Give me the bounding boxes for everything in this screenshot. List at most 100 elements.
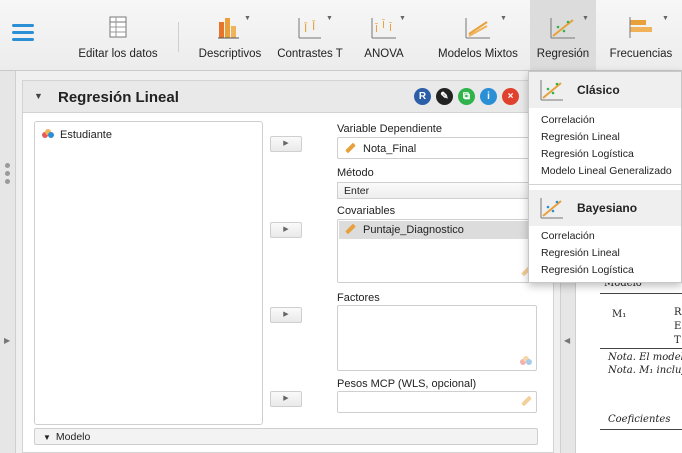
toolbar-ttests-button[interactable]: ĪĪ ▼ Contrastes T: [270, 0, 350, 70]
ribbon-toolbar: Editar los datos ▼ Descriptivos ĪĪ ▼ Con…: [0, 0, 682, 71]
list-item[interactable]: Estudiante: [42, 129, 112, 141]
menu-section-classic: Clásico: [529, 72, 681, 108]
edit-title-icon[interactable]: ✎: [436, 88, 453, 105]
method-label: Método: [337, 167, 374, 179]
toolbar-label: Descriptivos: [198, 48, 262, 60]
menu-item-bayes-linear-regression[interactable]: Regresión Lineal: [541, 247, 620, 259]
svg-text:Ī: Ī: [389, 21, 392, 34]
hamburger-menu-icon[interactable]: [12, 24, 34, 42]
chevron-down-icon: ▼: [244, 15, 251, 22]
table-cell: E: [674, 321, 682, 332]
table-rule: [600, 348, 682, 349]
menu-item-correlation[interactable]: Correlación: [541, 114, 595, 126]
table-icon: [109, 16, 127, 38]
toolbar-anova-button[interactable]: ĪĪĪ ▼ ANOVA: [352, 0, 416, 70]
model-section-header[interactable]: ▼ Modelo: [34, 428, 538, 445]
info-icon[interactable]: i: [480, 88, 497, 105]
toolbar-label: Regresión: [536, 48, 590, 60]
collapse-triangle-icon[interactable]: ▼: [34, 91, 43, 101]
move-weights-button[interactable]: ▶: [270, 391, 302, 407]
chevron-down-icon: ▼: [399, 15, 406, 22]
svg-text:Ī: Ī: [312, 20, 316, 33]
table-cell: T: [674, 335, 681, 346]
duplicate-icon[interactable]: ⧉: [458, 88, 475, 105]
frequencies-icon: [629, 17, 652, 38]
dependent-variable-field[interactable]: Nota_Final: [337, 137, 537, 159]
chevron-down-icon: ▼: [662, 15, 669, 22]
table-cell: R: [674, 307, 682, 318]
r-syntax-icon[interactable]: R: [414, 88, 431, 105]
analysis-header[interactable]: ▼ Regresión Lineal R ✎ ⧉ i ×: [23, 81, 553, 113]
covariates-field[interactable]: Puntaje_Diagnostico: [337, 219, 537, 283]
expand-right-icon[interactable]: ▶: [4, 336, 10, 345]
regression-dropdown-menu: Clásico Correlación Regresión Lineal Reg…: [528, 71, 682, 283]
table-note: Nota. M₁ incluye: [608, 365, 682, 376]
method-select[interactable]: Enter: [337, 182, 537, 199]
anova-icon: ĪĪĪ: [371, 18, 396, 39]
chevron-down-icon: ▼: [500, 15, 507, 22]
bar-chart-icon: [218, 18, 239, 39]
toolbar-label: Modelos Mixtos: [438, 48, 518, 60]
section-title: Modelo: [55, 431, 91, 443]
covariates-label: Covariables: [337, 205, 396, 217]
left-splitter[interactable]: ▶: [0, 71, 16, 453]
factors-field[interactable]: [337, 305, 537, 371]
menu-item-bayes-logistic-regression[interactable]: Regresión Logística: [541, 264, 634, 276]
collapse-triangle-icon: ▼: [43, 433, 51, 442]
toolbar-regression-button[interactable]: ▼ Regresión: [530, 0, 596, 70]
chevron-down-icon: ▼: [326, 15, 333, 22]
table-rule: [600, 293, 682, 294]
toolbar-frequencies-button[interactable]: ▼ Frecuencias: [600, 0, 682, 70]
svg-text:Ī: Ī: [382, 18, 385, 31]
menu-section-title: Clásico: [577, 83, 620, 97]
scale-variable-icon: [345, 223, 356, 235]
menu-item-generalized-linear-model[interactable]: Modelo Lineal Generalizado: [541, 165, 672, 177]
list-item[interactable]: Nota_Final: [345, 142, 417, 155]
analysis-options-panel: ▼ Regresión Lineal R ✎ ⧉ i × Estudiante …: [22, 80, 554, 453]
scale-variable-icon: [345, 142, 356, 154]
move-covariates-button[interactable]: ▶: [270, 222, 302, 238]
svg-text:Ī: Ī: [375, 22, 378, 35]
toolbar-label: ANOVA: [364, 48, 404, 60]
menu-section-title: Bayesiano: [577, 201, 638, 215]
toolbar-separator: [178, 22, 179, 52]
close-analysis-icon[interactable]: ×: [502, 88, 519, 105]
mixed-models-icon: [465, 18, 490, 39]
factors-label: Factores: [337, 292, 380, 304]
chevron-down-icon: ▼: [582, 15, 589, 22]
toolbar-label: Editar los datos: [78, 48, 158, 60]
variable-name: Puntaje_Diagnostico: [363, 224, 464, 236]
menu-item-logistic-regression[interactable]: Regresión Logística: [541, 148, 634, 160]
regression-icon: [540, 80, 563, 101]
svg-text:Ī: Ī: [304, 22, 308, 35]
nominal-variable-icon: [520, 356, 532, 366]
bayesian-regression-icon: [540, 198, 563, 219]
table-note: Nota. El modelo: [608, 352, 682, 363]
coefficients-title: Coeficientes: [608, 414, 671, 425]
toolbar-label: Frecuencias: [609, 48, 673, 60]
toolbar-mixed-models-button[interactable]: ▼ Modelos Mixtos: [428, 0, 528, 70]
available-variables-list[interactable]: Estudiante: [34, 121, 263, 425]
analysis-title: Regresión Lineal: [58, 89, 179, 106]
toolbar-descriptives-button[interactable]: ▼ Descriptivos: [190, 0, 270, 70]
scale-variable-icon: [521, 395, 532, 408]
dependent-variable-label: Variable Dependiente: [337, 123, 442, 135]
t-test-icon: ĪĪ: [298, 18, 321, 39]
variable-name: Estudiante: [60, 129, 112, 141]
drag-handle-icon[interactable]: [5, 163, 10, 187]
menu-item-bayes-correlation[interactable]: Correlación: [541, 230, 595, 242]
table-rule: [600, 429, 682, 430]
toolbar-label: Contrastes T: [277, 48, 343, 60]
collapse-left-icon[interactable]: ◀: [564, 336, 570, 345]
move-factors-button[interactable]: ▶: [270, 307, 302, 323]
variable-name: Nota_Final: [363, 143, 417, 155]
menu-section-bayesian: Bayesiano: [529, 190, 681, 226]
menu-item-linear-regression[interactable]: Regresión Lineal: [541, 131, 620, 143]
wls-weights-label: Pesos MCP (WLS, opcional): [337, 378, 477, 390]
list-item[interactable]: Puntaje_Diagnostico: [345, 223, 464, 236]
toolbar-edit-data-button[interactable]: Editar los datos: [66, 0, 170, 70]
move-dependent-button[interactable]: ▶: [270, 136, 302, 152]
nominal-variable-icon: [42, 129, 54, 139]
wls-weights-field[interactable]: [337, 391, 537, 413]
menu-separator: [529, 184, 681, 185]
